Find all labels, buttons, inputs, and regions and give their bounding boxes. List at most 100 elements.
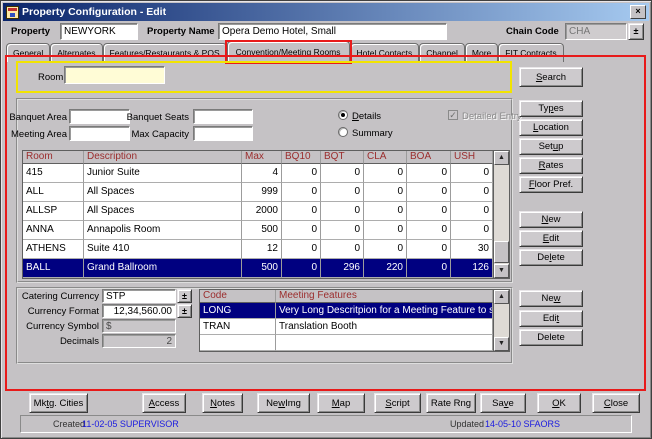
- features-table-scrollbar[interactable]: ▲ ▼: [493, 290, 509, 351]
- cell-bqt: 0: [321, 240, 364, 259]
- tab-convention-label: Convention/Meeting Rooms: [236, 47, 341, 57]
- rates-button[interactable]: Rates: [519, 157, 583, 174]
- tab-fit-contracts[interactable]: FIT Contracts: [498, 43, 563, 62]
- summary-radio-label[interactable]: Summary: [352, 128, 393, 139]
- cell-bqt: 0: [321, 202, 364, 221]
- rooms-delete-button[interactable]: Delete: [519, 249, 583, 266]
- setup-button[interactable]: Setup: [519, 138, 583, 155]
- cell-ush: 0: [451, 202, 493, 221]
- cell-feature: Very Long Descritpion for a Meeting Feat…: [276, 303, 493, 319]
- chain-code-label: Chain Code: [506, 26, 559, 37]
- table-row[interactable]: 415 Junior Suite 4 0 0 0 0 0: [23, 164, 493, 183]
- tab-channel[interactable]: Channel: [419, 43, 465, 62]
- tab-convention-meeting-rooms[interactable]: Convention/Meeting Rooms: [227, 41, 350, 62]
- scrollbar-thumb[interactable]: [494, 241, 509, 263]
- room-input[interactable]: [64, 66, 165, 84]
- location-button[interactable]: Location: [519, 119, 583, 136]
- features-edit-button[interactable]: Edit: [519, 310, 583, 327]
- property-label: Property: [11, 26, 50, 37]
- cell-ush: 126: [451, 259, 493, 278]
- cell-room: 415: [23, 164, 84, 183]
- scroll-down-icon[interactable]: ▼: [494, 264, 509, 278]
- cell-ush: 0: [451, 221, 493, 240]
- detailed-entry-checkbox: ✓: [448, 110, 458, 120]
- cell-room: ATHENS: [23, 240, 84, 259]
- search-button[interactable]: Search: [519, 67, 583, 87]
- new-img-button[interactable]: New Img: [257, 393, 310, 413]
- currency-format-input[interactable]: [102, 304, 176, 318]
- cell-max: 2000: [242, 202, 282, 221]
- close-button[interactable]: Close: [592, 393, 640, 413]
- cell-max: 500: [242, 221, 282, 240]
- save-button[interactable]: Save: [480, 393, 526, 413]
- table-row[interactable]: ALLSP All Spaces 2000 0 0 0 0 0: [23, 202, 493, 221]
- tab-features-restaurants-pos[interactable]: Features/Restaurants & POS: [103, 43, 227, 62]
- details-radio-label[interactable]: Details: [352, 111, 381, 122]
- floor-pref-button[interactable]: Floor Pref.: [519, 176, 583, 193]
- table-row[interactable]: ALL All Spaces 999 0 0 0 0 0: [23, 183, 493, 202]
- table-row-selected[interactable]: BALL Grand Ballroom 500 0 296 220 0 126: [23, 259, 493, 278]
- script-button[interactable]: Script: [374, 393, 421, 413]
- ok-button[interactable]: OK: [537, 393, 581, 413]
- rate-rng-button[interactable]: Rate Rng: [426, 393, 476, 413]
- scroll-up-icon[interactable]: ▲: [494, 151, 509, 165]
- types-button[interactable]: Types: [519, 100, 583, 117]
- tab-hotel-contacts[interactable]: Hotel Contacts: [350, 43, 420, 62]
- rooms-edit-button[interactable]: Edit: [519, 230, 583, 247]
- banquet-area-label: Banquet Area: [9, 112, 67, 123]
- features-delete-button[interactable]: Delete: [519, 329, 583, 346]
- rooms-table-header: Room Description Max BQ10 BQT CLA BOA US…: [23, 151, 493, 164]
- property-configuration-window: Property Configuration - Edit × Property…: [0, 0, 652, 439]
- cell-cla: 0: [364, 221, 407, 240]
- status-bar: Created 11-02-05 SUPERVISOR Updated 14-0…: [20, 415, 632, 433]
- column-header-meeting-features: Meeting Features: [276, 290, 493, 303]
- notes-button[interactable]: Notes: [202, 393, 243, 413]
- cell-code: TRAN: [200, 319, 276, 335]
- banquet-seats-input[interactable]: [193, 109, 253, 124]
- rooms-new-button[interactable]: New: [519, 211, 583, 228]
- column-header-max: Max: [242, 151, 282, 164]
- chain-code-lov-icon[interactable]: ±: [628, 23, 644, 40]
- currency-format-lov-icon[interactable]: ±: [177, 304, 192, 318]
- scrollbar-track[interactable]: [494, 165, 509, 264]
- mktg-cities-button[interactable]: Mktg. Cities: [29, 393, 88, 413]
- max-capacity-input[interactable]: [193, 126, 253, 141]
- tab-alternates[interactable]: Alternates: [50, 43, 102, 62]
- banquet-area-input[interactable]: [69, 109, 130, 124]
- currency-format-label: Currency Format: [28, 306, 99, 317]
- close-icon[interactable]: ×: [630, 5, 646, 19]
- cell-code: [200, 335, 276, 351]
- column-header-boa: BOA: [407, 151, 451, 164]
- table-row[interactable]: ATHENS Suite 410 12 0 0 0 0 30: [23, 240, 493, 259]
- cell-max: 4: [242, 164, 282, 183]
- map-button[interactable]: Map: [317, 393, 365, 413]
- tab-general[interactable]: General: [6, 43, 50, 62]
- property-input[interactable]: [60, 23, 138, 40]
- table-row[interactable]: [200, 335, 493, 351]
- cell-cla: 220: [364, 259, 407, 278]
- access-button[interactable]: Access: [142, 393, 186, 413]
- summary-radio[interactable]: [338, 127, 348, 137]
- column-header-ush: USH: [451, 151, 493, 164]
- cell-bqt: 0: [321, 221, 364, 240]
- table-row[interactable]: TRAN Translation Booth: [200, 319, 493, 335]
- details-radio[interactable]: [338, 110, 348, 120]
- catering-currency-lov-icon[interactable]: ±: [177, 289, 192, 303]
- title-bar: Property Configuration - Edit ×: [3, 3, 649, 21]
- table-row-selected[interactable]: LONG Very Long Descritpion for a Meeting…: [200, 303, 493, 319]
- column-header-cla: CLA: [364, 151, 407, 164]
- features-new-button[interactable]: New: [519, 290, 583, 307]
- catering-currency-input[interactable]: [102, 289, 176, 303]
- scroll-down-icon[interactable]: ▼: [494, 337, 509, 351]
- rooms-table-scrollbar[interactable]: ▲ ▼: [493, 151, 509, 278]
- scroll-up-icon[interactable]: ▲: [494, 290, 509, 304]
- cell-cla: 0: [364, 183, 407, 202]
- meeting-area-input[interactable]: [69, 126, 130, 141]
- column-header-code: Code: [200, 290, 276, 303]
- catering-currency-label: Catering Currency: [22, 291, 99, 302]
- property-name-input[interactable]: [218, 23, 447, 40]
- table-row[interactable]: ANNA Annapolis Room 500 0 0 0 0 0: [23, 221, 493, 240]
- scrollbar-track[interactable]: [494, 304, 509, 337]
- tab-more[interactable]: More: [465, 43, 498, 62]
- cell-room: ALL: [23, 183, 84, 202]
